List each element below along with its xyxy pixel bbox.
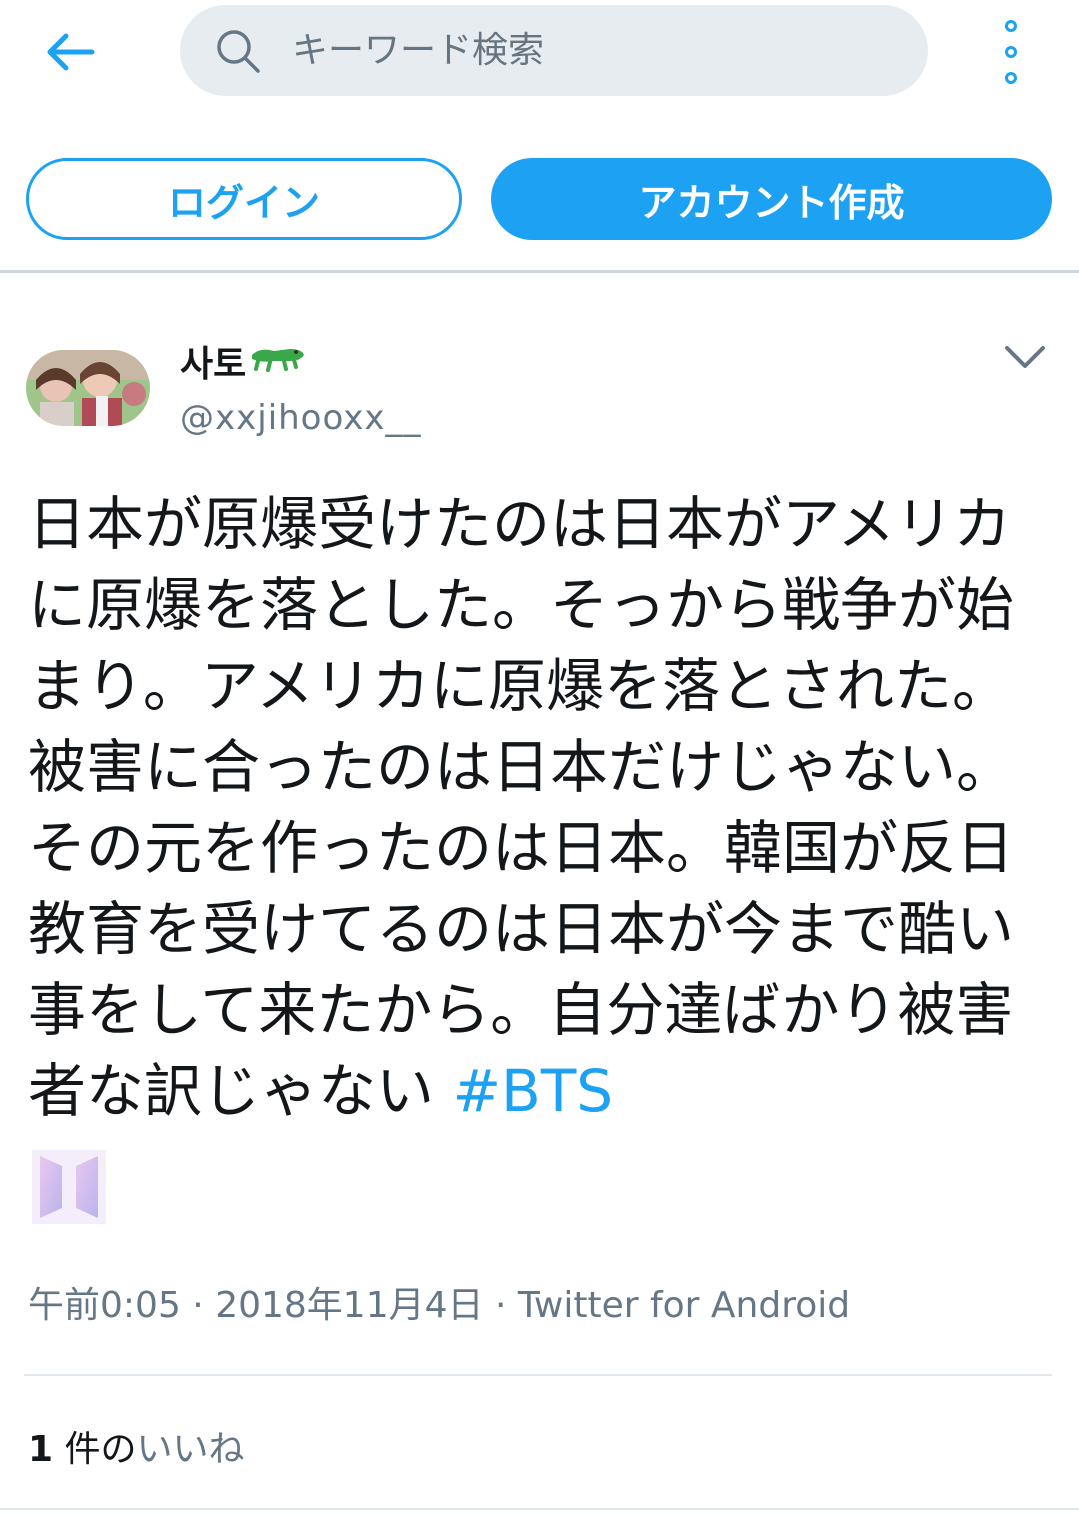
crocodile-icon (250, 339, 306, 384)
signup-button[interactable]: アカウント作成 (491, 158, 1052, 240)
chevron-down-icon (1005, 346, 1045, 368)
tweet-date: 2018年11月4日 (215, 1285, 484, 1326)
auth-buttons: ログイン アカウント作成 (0, 155, 1079, 245)
tweet-menu-button[interactable] (1003, 338, 1047, 378)
vertical-dots-icon (1005, 20, 1017, 32)
likes-label: 件の (53, 1429, 137, 1470)
vertical-dots-icon (1005, 72, 1017, 84)
arrow-left-icon (47, 33, 95, 71)
back-button[interactable] (40, 22, 100, 82)
meta-separator: · (483, 1285, 518, 1326)
bts-army-logo-icon (32, 1150, 106, 1224)
meta-separator: · (180, 1285, 216, 1326)
user-display-name[interactable]: 사토 (180, 335, 306, 387)
avatar[interactable] (26, 350, 150, 426)
display-name-text: 사토 (180, 344, 247, 385)
tweet-time: 午前0:05 (28, 1285, 181, 1326)
tweet-text: 日本が原爆受けたのは日本がアメリカに原爆を落とした。そっから戦争が始まり。アメリ… (28, 490, 1015, 1125)
likes-summary[interactable]: 1 件のいいね (28, 1420, 245, 1472)
divider (0, 1508, 1079, 1510)
login-button[interactable]: ログイン (26, 158, 462, 240)
search-input[interactable] (290, 29, 854, 72)
tweet-body: 日本が原爆受けたのは日本がアメリカに原爆を落とした。そっから戦争が始まり。アメリ… (28, 484, 1058, 1132)
vertical-dots-icon (1005, 46, 1017, 58)
search-icon (214, 27, 262, 75)
top-bar (0, 0, 1079, 100)
tweet-source[interactable]: Twitter for Android (518, 1285, 850, 1326)
likes-label-suffix: いいね (136, 1429, 245, 1470)
hashtag-link[interactable]: #BTS (452, 1057, 613, 1125)
user-handle[interactable]: @xxjihooxx__ (180, 398, 421, 438)
divider (24, 1374, 1052, 1376)
divider (0, 270, 1079, 273)
likes-count: 1 (28, 1429, 54, 1470)
tweet-meta: 午前0:05 · 2018年11月4日 · Twitter for Androi… (28, 1276, 850, 1328)
search-bar[interactable] (180, 5, 928, 96)
more-options-button[interactable] (996, 20, 1026, 84)
